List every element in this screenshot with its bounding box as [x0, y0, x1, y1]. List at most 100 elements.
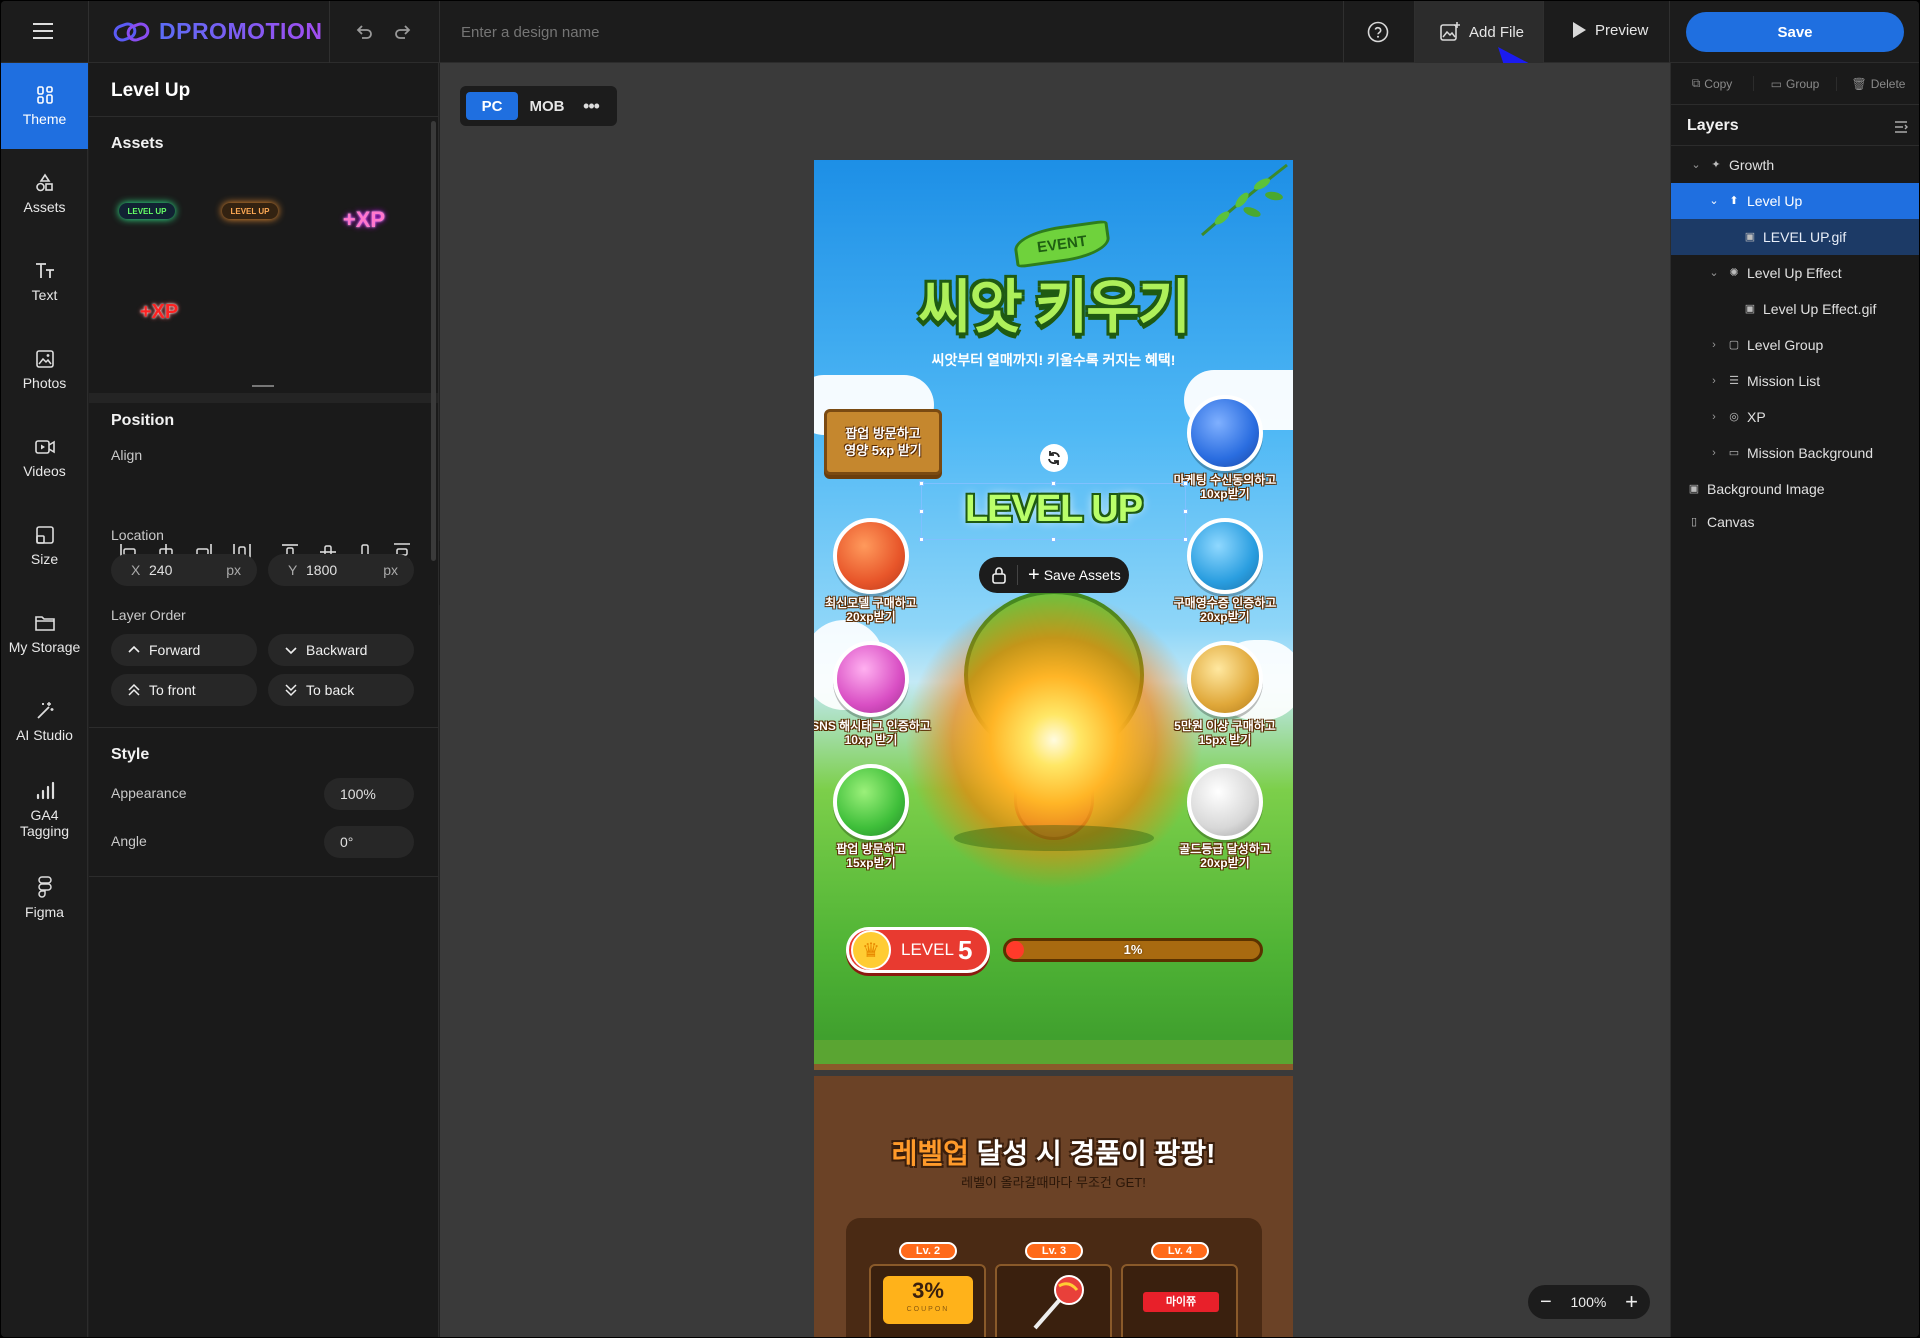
to-front-button[interactable]: To front — [111, 674, 257, 706]
level-badge: ♛ LEVEL 5 — [846, 927, 990, 973]
menu-icon[interactable] — [33, 23, 53, 39]
resize-handle[interactable] — [919, 509, 924, 514]
resize-handle[interactable] — [919, 481, 924, 486]
mission-item[interactable]: SNS 해시태그 인증하고 10xp 받기 — [814, 641, 934, 747]
chevron-down-icon[interactable]: ⌄ — [1707, 194, 1721, 208]
design-canvas[interactable]: EVENT 씨앗 키우기 씨앗부터 열매까지! 키울수록 커지는 혜택! 팝업 … — [814, 160, 1293, 1337]
chevron-right-icon[interactable]: › — [1707, 446, 1721, 460]
chevron-down-icon[interactable]: ⌄ — [1689, 158, 1703, 172]
zoom-out-icon[interactable]: − — [1540, 1292, 1552, 1312]
design-name-input[interactable] — [461, 19, 861, 45]
chevron-down-icon[interactable]: ⌄ — [1707, 266, 1721, 280]
rail-text[interactable]: Text — [1, 239, 88, 325]
lock-icon[interactable] — [991, 566, 1007, 584]
mission-item[interactable]: 최신모델 구매하고 20xp받기 — [816, 518, 926, 624]
rail-my-storage[interactable]: My Storage — [1, 591, 88, 677]
reward-card[interactable]: Lv. 4 마이쮸 — [1121, 1242, 1238, 1337]
editor-window: DPROMOTION Add File Preview Save Theme — [1, 1, 1919, 1337]
copy-button[interactable]: ⧉ Copy — [1671, 76, 1754, 91]
asset-thumb[interactable]: +XP — [129, 297, 189, 327]
reward-card[interactable]: Lv. 3 — [995, 1242, 1112, 1337]
layer-level-group[interactable]: › ▢ Level Group — [1671, 327, 1919, 363]
chevron-right-icon[interactable]: › — [1707, 338, 1721, 352]
layer-label: Mission Background — [1747, 445, 1874, 461]
rail-label: Theme — [22, 111, 67, 127]
help-icon[interactable] — [1367, 21, 1389, 43]
to-back-button[interactable]: To back — [268, 674, 414, 706]
mission-item[interactable]: 골드등급 달성하고 20xp받기 — [1168, 764, 1282, 870]
subtitle: 씨앗부터 열매까지! 키울수록 커지는 혜택! — [931, 352, 1176, 368]
panel-scrollbar[interactable] — [431, 121, 436, 561]
redo-icon[interactable] — [393, 22, 413, 42]
layer-canvas[interactable]: ▯ Canvas — [1671, 504, 1919, 540]
save-assets-label: Save Assets — [1043, 567, 1121, 583]
rail-videos[interactable]: Videos — [1, 415, 88, 501]
forward-label: Forward — [149, 642, 201, 658]
sparkle-icon: ✦ — [1711, 159, 1721, 171]
backward-label: Backward — [306, 642, 368, 658]
asset-thumb[interactable]: LEVEL UP — [119, 203, 175, 219]
layer-options-icon[interactable] — [1893, 120, 1909, 134]
rail-size[interactable]: Size — [1, 503, 88, 589]
reward-card[interactable]: Lv. 2 3% COUPON — [869, 1242, 986, 1337]
angle-field[interactable]: 0° — [324, 826, 414, 858]
device-tab-mob[interactable]: MOB — [518, 92, 576, 120]
device-tab-pc[interactable]: PC — [466, 92, 518, 120]
layer-level-up-effect-gif[interactable]: ▣ Level Up Effect.gif — [1671, 291, 1919, 327]
group-icon: ▭ — [1770, 76, 1782, 91]
mission-label: 팝업 방문하고 15xp받기 — [836, 842, 906, 870]
magic-wand-icon — [36, 702, 53, 719]
rail-ai-studio[interactable]: AI Studio — [1, 679, 88, 765]
appearance-field[interactable]: 100% — [324, 778, 414, 810]
backward-button[interactable]: Backward — [268, 634, 414, 666]
layer-growth[interactable]: ⌄ ✦ Growth — [1671, 147, 1919, 183]
preview-button[interactable]: Preview — [1571, 21, 1648, 39]
resize-handle[interactable] — [1183, 509, 1188, 514]
x-value: 240 — [149, 562, 173, 578]
resize-handle[interactable] — [1183, 481, 1188, 486]
layer-background-image[interactable]: ▣ Background Image — [1671, 471, 1919, 507]
save-button[interactable]: Save — [1686, 12, 1904, 52]
mission-item[interactable]: 팝업 방문하고 15xp받기 — [816, 764, 926, 870]
rail-label: Figma — [25, 904, 64, 920]
device-switcher: PC MOB ••• — [460, 86, 617, 126]
panel-resize-handle[interactable] — [252, 385, 274, 387]
zoom-in-icon[interactable]: + — [1625, 1291, 1638, 1313]
layer-level-up[interactable]: ⌄ ⬆ Level Up — [1671, 183, 1919, 219]
resize-handle[interactable] — [919, 537, 924, 542]
chevron-right-icon[interactable]: › — [1707, 374, 1721, 388]
layer-mission-list[interactable]: › ☰ Mission List — [1671, 363, 1919, 399]
rail-photos[interactable]: Photos — [1, 327, 88, 413]
rotate-handle[interactable] — [1040, 444, 1068, 472]
rail-figma[interactable]: Figma — [1, 855, 88, 941]
more-options-icon[interactable]: ••• — [576, 92, 606, 120]
level-up-selection[interactable]: LEVEL UP — [919, 481, 1188, 542]
x-position-field[interactable]: X 240 px — [111, 554, 257, 586]
resize-handle[interactable] — [1051, 481, 1056, 486]
mission-item[interactable]: 5만원 이상 구매하고 15px 받기 — [1168, 641, 1282, 747]
assets-icon — [35, 173, 53, 192]
resize-handle[interactable] — [1183, 537, 1188, 542]
mission-label: SNS 해시태그 인증하고 10xp 받기 — [814, 719, 931, 747]
rail-assets[interactable]: Assets — [1, 151, 88, 237]
add-file-button-content[interactable]: Add File — [1439, 21, 1524, 43]
chevron-right-icon[interactable]: › — [1707, 410, 1721, 424]
asset-thumb[interactable]: LEVEL UP — [222, 203, 278, 219]
layer-level-up-effect[interactable]: ⌄ ✺ Level Up Effect — [1671, 255, 1919, 291]
y-position-field[interactable]: Y 1800 px — [268, 554, 414, 586]
chevron-down-icon — [285, 647, 297, 655]
group-button[interactable]: ▭ Group — [1754, 76, 1837, 91]
rail-theme[interactable]: Theme — [1, 63, 88, 149]
rail-ga4-tagging[interactable]: GA4 Tagging — [1, 767, 88, 853]
resize-handle[interactable] — [1051, 537, 1056, 542]
layer-level-up-gif[interactable]: ▣ LEVEL UP.gif — [1671, 219, 1919, 255]
undo-icon[interactable] — [354, 22, 374, 42]
to-back-label: To back — [306, 682, 355, 698]
delete-button[interactable]: 🗑 Delete — [1837, 77, 1919, 91]
asset-thumb[interactable]: +XP — [334, 205, 394, 235]
layer-xp[interactable]: › ◎ XP — [1671, 399, 1919, 435]
forward-button[interactable]: Forward — [111, 634, 257, 666]
save-assets-button[interactable]: + Save Assets — [1028, 565, 1121, 585]
layer-mission-background[interactable]: › ▭ Mission Background — [1671, 435, 1919, 471]
reward-title-rest: 달성 시 경품이 팡팡! — [968, 1138, 1216, 1169]
